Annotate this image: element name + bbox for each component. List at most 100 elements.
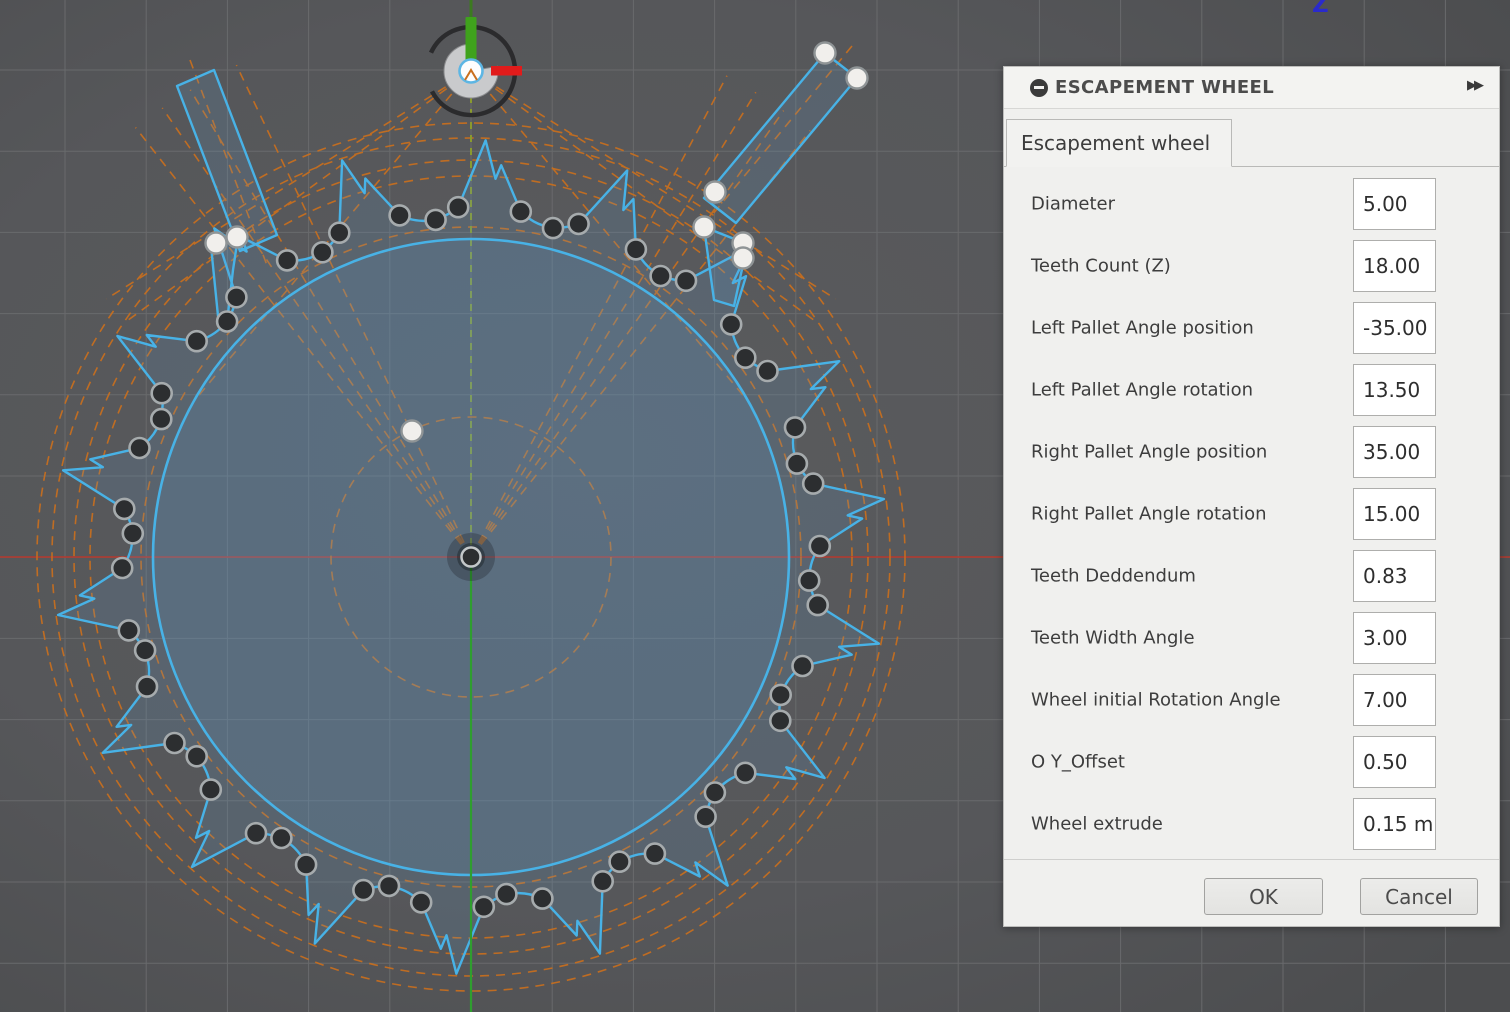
sketch-point[interactable] xyxy=(771,685,791,705)
left-pallet-position-input[interactable]: -35.00 xyxy=(1353,302,1436,354)
sketch-point[interactable] xyxy=(793,656,813,676)
param-row: Teeth Deddendum0.83 xyxy=(1004,545,1499,607)
sketch-point[interactable] xyxy=(201,780,221,800)
sketch-point[interactable] xyxy=(770,711,790,731)
sketch-point[interactable] xyxy=(187,331,207,351)
z-axis-label: Z xyxy=(1312,0,1329,18)
parameter-rows: Diameter 5.00 Teeth Count (Z)18.00 Left P… xyxy=(1004,173,1499,855)
ok-button[interactable]: OK xyxy=(1204,878,1323,915)
sketch-point[interactable] xyxy=(187,746,207,766)
teeth-deddendum-input[interactable]: 0.83 xyxy=(1353,550,1436,602)
wheel-initial-rotation-input[interactable]: 7.00 xyxy=(1353,674,1436,726)
right-pallet-position-input[interactable]: 35.00 xyxy=(1353,426,1436,478)
sketch-point[interactable] xyxy=(474,897,494,917)
sketch-point[interactable] xyxy=(785,417,805,437)
sketch-point[interactable] xyxy=(610,852,630,872)
x-axis-handle[interactable] xyxy=(491,66,522,76)
sketch-point[interactable] xyxy=(119,620,139,640)
sketch-point[interactable] xyxy=(277,250,297,270)
selected-sketch-point[interactable] xyxy=(227,227,248,248)
y-axis-handle[interactable] xyxy=(466,17,477,61)
sketch-point[interactable] xyxy=(532,889,552,909)
sketch-point[interactable] xyxy=(152,383,172,403)
sketch-point[interactable] xyxy=(799,571,819,591)
selected-sketch-point[interactable] xyxy=(694,217,715,238)
dialog-tab-row: Escapement wheel xyxy=(1004,114,1499,167)
param-row: Right Pallet Angle position35.00 xyxy=(1004,421,1499,483)
sketch-point[interactable] xyxy=(130,438,150,458)
sketch-point[interactable] xyxy=(651,266,671,286)
sketch-point[interactable] xyxy=(312,242,332,262)
sketch-point[interactable] xyxy=(390,205,410,225)
wheel-center-point[interactable] xyxy=(447,533,495,581)
sketch-point[interactable] xyxy=(735,763,755,783)
sketch-point[interactable] xyxy=(758,361,778,381)
sketch-point[interactable] xyxy=(645,844,665,864)
dialog-header[interactable]: ESCAPEMENT WHEEL ▶▶ xyxy=(1004,67,1499,109)
sketch-point[interactable] xyxy=(137,677,157,697)
param-row: O Y_Offset 0.50 xyxy=(1004,731,1499,793)
sketch-point[interactable] xyxy=(217,312,237,332)
sketch-point[interactable] xyxy=(569,214,589,234)
escapement-wheel-dialog: ESCAPEMENT WHEEL ▶▶ Escapement wheel Dia… xyxy=(1003,66,1500,927)
left-pallet-rotation-input[interactable]: 13.50 xyxy=(1353,364,1436,416)
sketch-point[interactable] xyxy=(411,892,431,912)
selected-sketch-point[interactable] xyxy=(815,43,836,64)
param-row: Teeth Count (Z)18.00 xyxy=(1004,235,1499,297)
minus-circle-icon[interactable] xyxy=(1030,79,1048,97)
sketch-point[interactable] xyxy=(705,783,725,803)
sketch-point[interactable] xyxy=(426,210,446,230)
teeth-width-angle-input[interactable]: 3.00 xyxy=(1353,612,1436,664)
diameter-input[interactable]: 5.00 xyxy=(1353,178,1436,230)
sketch-point[interactable] xyxy=(511,202,531,222)
sketch-point[interactable] xyxy=(112,558,132,578)
param-row: Wheel initial Rotation Angle 7.00 xyxy=(1004,669,1499,731)
sketch-point[interactable] xyxy=(496,884,516,904)
y-offset-input[interactable]: 0.50 xyxy=(1353,736,1436,788)
param-label: Teeth Width Angle xyxy=(1031,628,1195,649)
selected-sketch-point[interactable] xyxy=(705,182,726,203)
sketch-point[interactable] xyxy=(329,223,349,243)
param-label: Wheel extrude xyxy=(1031,814,1163,835)
sketch-point[interactable] xyxy=(353,880,373,900)
teeth-count-input[interactable]: 18.00 xyxy=(1353,240,1436,292)
sketch-point[interactable] xyxy=(803,474,823,494)
sketch-point[interactable] xyxy=(296,855,316,875)
sketch-point[interactable] xyxy=(787,454,807,474)
sketch-point[interactable] xyxy=(151,409,171,429)
sketch-point[interactable] xyxy=(808,595,828,615)
selected-sketch-point[interactable] xyxy=(206,233,227,254)
sketch-point[interactable] xyxy=(271,828,291,848)
sketch-point[interactable] xyxy=(593,871,613,891)
sketch-point[interactable] xyxy=(226,287,246,307)
param-row: Diameter 5.00 xyxy=(1004,173,1499,235)
wheel-extrude-input[interactable]: 0.15 m xyxy=(1353,798,1436,850)
cad-viewport-window: Z ESCAPEMENT WHEEL ▶▶ Escapement wheel D… xyxy=(0,0,1510,1012)
sketch-point[interactable] xyxy=(721,314,741,334)
param-label: Wheel initial Rotation Angle xyxy=(1031,690,1281,711)
tab-escapement-wheel[interactable]: Escapement wheel xyxy=(1006,119,1232,167)
sketch-point[interactable] xyxy=(246,823,266,843)
sketch-point[interactable] xyxy=(379,876,399,896)
sketch-point[interactable] xyxy=(543,218,563,238)
sketch-point[interactable] xyxy=(810,536,830,556)
param-row: Wheel extrude 0.15 m xyxy=(1004,793,1499,855)
param-row: Left Pallet Angle position-35.00 xyxy=(1004,297,1499,359)
param-label: O Y_Offset xyxy=(1031,752,1125,773)
cancel-button[interactable]: Cancel xyxy=(1360,878,1478,915)
param-label: Diameter xyxy=(1031,194,1115,215)
sketch-point[interactable] xyxy=(135,640,155,660)
selected-sketch-point[interactable] xyxy=(847,68,868,89)
sketch-point[interactable] xyxy=(165,733,185,753)
sketch-point[interactable] xyxy=(735,348,755,368)
selected-sketch-point[interactable] xyxy=(733,248,754,269)
selected-sketch-point[interactable] xyxy=(402,421,423,442)
sketch-point[interactable] xyxy=(114,499,134,519)
double-forward-arrow-icon[interactable]: ▶▶ xyxy=(1467,78,1481,93)
sketch-point[interactable] xyxy=(676,271,696,291)
sketch-point[interactable] xyxy=(696,807,716,827)
sketch-point[interactable] xyxy=(123,523,143,543)
right-pallet-rotation-input[interactable]: 15.00 xyxy=(1353,488,1436,540)
sketch-point[interactable] xyxy=(448,197,468,217)
sketch-point[interactable] xyxy=(626,239,646,259)
